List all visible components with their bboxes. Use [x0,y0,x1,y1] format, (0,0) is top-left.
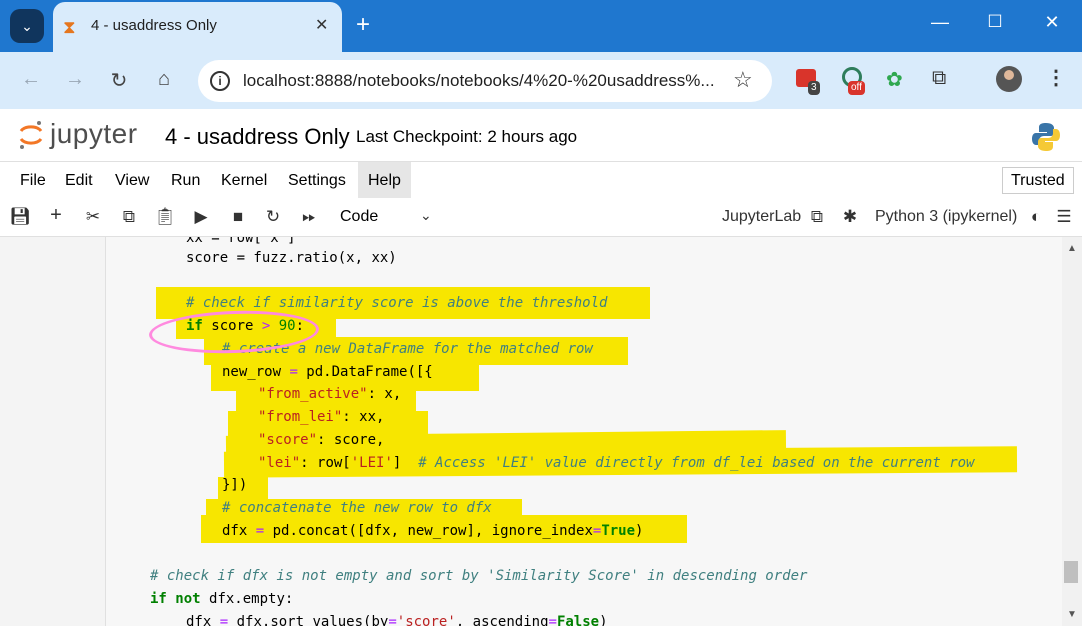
jupyterlab-link[interactable]: JupyterLab [722,208,801,226]
kernel-name[interactable]: Python 3 (ipykernel) [875,208,1017,226]
checkpoint-status: Last Checkpoint: 2 hours ago [356,127,578,146]
tab-search-button[interactable]: ⌄ [10,9,44,43]
menu-view[interactable]: View [105,162,159,199]
debugger-bug-icon[interactable]: ✱ [839,207,861,227]
cell-type-select[interactable]: Code [340,208,378,226]
code-line: xx = row['x'] [186,237,296,246]
paste-icon[interactable]: 📋︎ [154,207,176,227]
scroll-down-icon[interactable]: ▼ [1067,609,1077,620]
menu-run[interactable]: Run [161,162,210,199]
minimize-icon[interactable]: — [925,12,955,33]
code-comment: # check if similarity score is above the… [186,295,608,311]
menu-kernel[interactable]: Kernel [211,162,277,199]
code-line: new_row = pd.DataFrame([{ [222,364,433,380]
back-icon[interactable]: ← [18,68,44,91]
scroll-up-icon[interactable]: ▲ [1067,243,1077,254]
tab-title: 4 - usaddress Only [91,17,217,34]
python-logo-icon [1032,123,1060,151]
code-line: dfx = dfx.sort_values(by='score', ascend… [186,614,608,626]
jupyter-header: jupyter 4 - usaddress Only Last Checkpoi… [0,109,1082,161]
code-line: }]) [222,477,248,493]
code-comment: # check if dfx is not empty and sort by … [150,568,808,584]
code-line: "from_active": x, [258,386,402,402]
jupyter-logo-icon[interactable] [18,119,44,151]
extension-2-badge: off [848,81,865,95]
notebook-title[interactable]: 4 - usaddress Only [165,124,350,150]
menu-file[interactable]: File [10,162,56,199]
notebook-area: xx = row['x'] score = fuzz.ratio(x, xx) … [0,237,1062,626]
close-tab-icon[interactable]: ✕ [315,15,328,35]
maximize-icon[interactable]: ☐ [980,12,1010,32]
chevron-down-icon[interactable]: ⌄ [420,207,432,224]
profile-avatar[interactable] [996,66,1022,92]
code-cell[interactable]: xx = row['x'] score = fuzz.ratio(x, xx) … [105,237,1062,626]
url-text[interactable]: localhost:8888/notebooks/notebooks/4%20-… [243,71,715,91]
notebook-toolbar: 💾︎ + ✂ ⧉ 📋︎ ▶ ■ ↻ ⏩︎ Code ⌄ JupyterLab ⧉… [0,198,1082,237]
site-info-icon[interactable]: i [210,71,230,91]
code-line: dfx = pd.concat([dfx, new_row], ignore_i… [222,523,644,539]
code-line: score = fuzz.ratio(x, xx) [186,250,397,266]
jupyter-logo-text[interactable]: jupyter [50,118,138,150]
code-comment: # concatenate the new row to dfx [222,500,492,516]
scrollbar-thumb[interactable] [1064,561,1078,583]
cut-icon[interactable]: ✂ [82,207,104,227]
bookmark-star-icon[interactable]: ☆ [733,67,753,93]
stop-icon[interactable]: ■ [227,207,249,227]
address-bar[interactable]: i localhost:8888/notebooks/notebooks/4%2… [198,60,772,102]
code-line: "lei": row['LEI'] # Access 'LEI' value d… [258,455,975,471]
evernote-extension-icon[interactable]: ✿ [886,67,912,93]
extensions-puzzle-icon[interactable]: ⧉ [932,67,958,93]
hamburger-menu-icon[interactable]: ☰ [1053,207,1075,227]
copy-icon[interactable]: ⧉ [118,207,140,227]
notebook-menubar: File Edit View Run Kernel Settings Help … [0,161,1082,199]
run-icon[interactable]: ▶ [190,207,212,227]
extension-1-icon[interactable]: 3 [796,67,822,95]
browser-toolbar: ← → ↻ ⌂ i localhost:8888/notebooks/noteb… [0,52,1082,109]
external-link-icon[interactable]: ⧉ [806,207,828,227]
trusted-indicator[interactable]: Trusted [1002,167,1074,194]
hourglass-icon: ⧗ [63,17,76,37]
extension-1-badge: 3 [808,81,820,95]
reload-icon[interactable]: ↻ [106,68,132,93]
browser-menu-icon[interactable]: ⋮ [1046,65,1066,90]
new-tab-button[interactable]: + [356,10,370,40]
browser-tab[interactable]: ⧗ 4 - usaddress Only ✕ [53,2,342,52]
add-cell-icon[interactable]: + [45,204,67,227]
browser-tab-strip: ⌄ ⧗ 4 - usaddress Only ✕ + — ☐ ✕ [0,0,1082,52]
vertical-scrollbar[interactable]: ▲ ▼ [1062,237,1082,626]
forward-icon[interactable]: → [62,68,88,91]
menu-edit[interactable]: Edit [55,162,103,199]
save-icon[interactable]: 💾︎ [9,207,31,227]
home-icon[interactable]: ⌂ [151,68,177,91]
code-line: if not dfx.empty: [150,591,294,607]
restart-icon[interactable]: ↻ [262,207,284,227]
code-line: "from_lei": xx, [258,409,385,425]
window-close-icon[interactable]: ✕ [1037,12,1067,33]
kernel-status-icon: ◐ [1030,207,1042,226]
run-all-icon[interactable]: ⏩︎ [298,207,320,227]
menu-settings[interactable]: Settings [278,162,356,199]
code-line: "score": score, [258,432,385,448]
menu-help[interactable]: Help [358,162,411,199]
extension-2-icon[interactable]: off [842,67,868,95]
